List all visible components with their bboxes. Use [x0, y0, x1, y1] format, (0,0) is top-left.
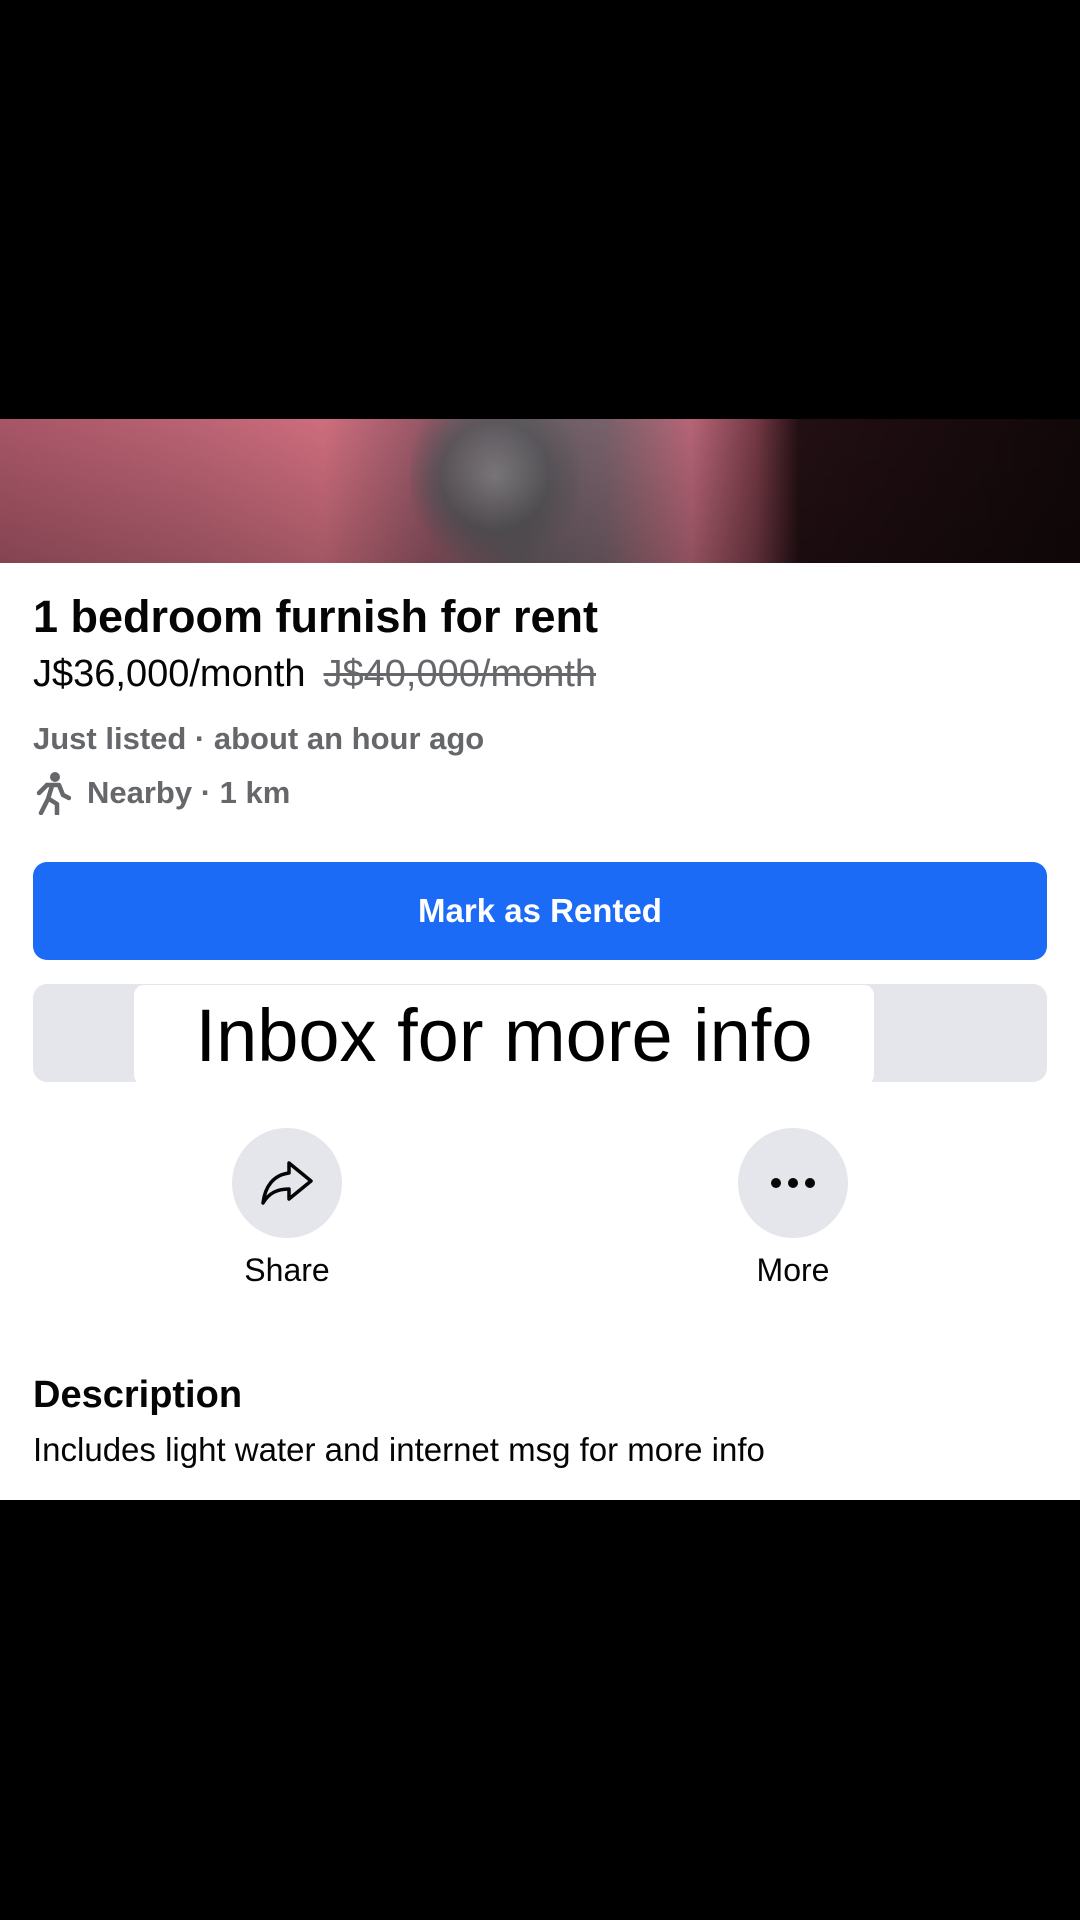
more-label: More [756, 1252, 830, 1288]
share-arrow-icon [261, 1161, 313, 1205]
original-price: J$40,000/month [323, 653, 597, 695]
listed-time: Just listed · about an hour ago [33, 721, 485, 756]
listing-photo[interactable] [0, 419, 1080, 563]
video-letterbox-bottom [0, 1500, 1080, 1920]
share-label: Share [244, 1252, 330, 1288]
more-dots-icon [771, 1178, 815, 1188]
mark-as-rented-button[interactable]: Mark as Rented [33, 862, 1047, 960]
video-letterbox-top [0, 0, 1080, 419]
current-price: J$36,000/month [33, 653, 306, 695]
listing-title: 1 bedroom furnish for rent [33, 591, 599, 642]
distance-text: Nearby · 1 km [87, 775, 291, 810]
location-distance: Nearby · 1 km [33, 771, 290, 815]
walking-person-icon [36, 772, 71, 815]
more-button[interactable] [738, 1128, 848, 1238]
share-action[interactable]: Share [207, 1128, 367, 1289]
listing-details-card: 1 bedroom furnish for rent J$36,000/mont… [0, 563, 1080, 1500]
price-row: J$36,000/month J$40,000/month [33, 653, 596, 696]
video-caption-overlay: Inbox for more info [134, 985, 874, 1085]
more-action[interactable]: More [713, 1128, 873, 1289]
description-heading: Description [33, 1374, 243, 1416]
share-button[interactable] [232, 1128, 342, 1238]
description-text: Includes light water and internet msg fo… [33, 1431, 765, 1468]
